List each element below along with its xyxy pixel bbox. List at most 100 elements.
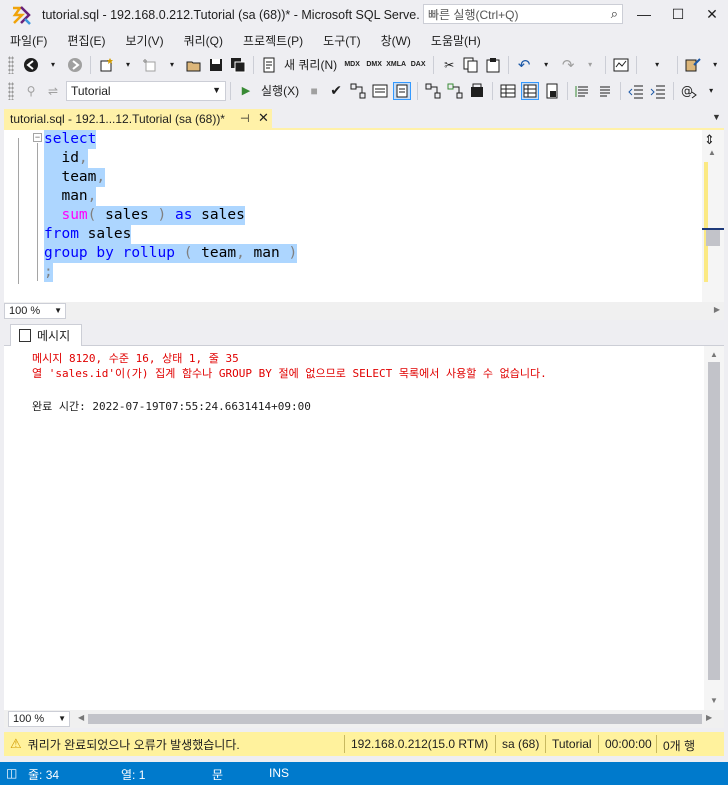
document-tab-tutorial-sql[interactable]: tutorial.sql - 192.1...12.Tutorial (sa (… [4,109,272,129]
new-project-dropdown-icon[interactable]: ▾ [119,56,137,74]
open-file-icon[interactable] [185,56,203,74]
new-query-button[interactable]: 새 쿼리(N) [284,56,337,73]
close-button[interactable]: ✕ [695,0,728,28]
add-item-icon[interactable] [141,56,159,74]
toolbar-separator [230,81,231,100]
new-query-icon[interactable] [260,56,278,74]
toolbar-grip[interactable] [8,81,14,100]
execute-button[interactable]: 실행(X) [261,82,299,99]
scroll-thumb[interactable] [706,230,720,246]
mdx-icon[interactable]: MDX [343,56,361,74]
cut-icon[interactable]: ✂ [440,56,458,74]
decrease-indent-icon[interactable] [627,82,645,100]
stop-icon[interactable]: ■ [305,82,323,100]
include-plan-icon[interactable] [424,82,442,100]
scroll-up-icon[interactable]: ▲ [710,350,718,359]
redo-dropdown-icon[interactable]: ▾ [581,56,599,74]
back-icon[interactable] [22,56,40,74]
add-item-dropdown-icon[interactable]: ▾ [163,56,181,74]
results-to-grid-icon[interactable] [499,82,517,100]
tab-list-dropdown-icon[interactable]: ▼ [712,112,721,122]
results-horizontal-scroll-thumb[interactable] [88,714,702,724]
editor-horizontal-scrollbar[interactable]: ▶ [66,302,724,320]
results-to-file-icon[interactable] [543,82,561,100]
toolbar-separator [90,55,91,74]
parse-icon[interactable]: ✔ [327,82,345,100]
toolbar-options-icon[interactable]: ▾ [706,56,724,74]
quick-launch-input[interactable]: 빠른 실행(Ctrl+Q) ⌕ [423,4,623,24]
copy-icon[interactable] [462,56,480,74]
menu-query[interactable]: 쿼리(Q) [174,32,233,49]
results-to-text-icon[interactable] [393,81,412,100]
menu-window[interactable]: 창(W) [371,32,421,49]
scroll-right-icon[interactable]: ▶ [706,713,712,722]
collapse-region-icon[interactable]: − [33,133,42,142]
menu-help[interactable]: 도움말(H) [421,32,491,49]
undo-icon[interactable]: ↶ [515,56,533,74]
uncomment-icon[interactable] [596,82,614,100]
code-line[interactable]: from sales [44,225,132,244]
scroll-thumb[interactable] [708,362,720,680]
close-tab-icon[interactable]: ✕ [258,110,269,126]
code-token: from [44,226,79,242]
code-line[interactable]: select [44,130,97,149]
code-line[interactable]: man, [44,187,97,206]
specify-values-icon[interactable]: @ [680,82,698,100]
messages-pane[interactable]: 메시지 8120, 수준 16, 상태 1, 줄 35 열 'sales.id'… [4,346,704,710]
execute-icon[interactable]: ▶ [237,82,255,100]
toolbar-separator [253,55,254,74]
undo-dropdown-icon[interactable]: ▾ [537,56,555,74]
code-line[interactable]: sum( sales ) as sales [44,206,245,225]
scroll-right-icon[interactable]: ▶ [714,305,720,314]
forward-icon[interactable] [66,56,84,74]
results-zoom-select[interactable]: 100 % ▼ [8,711,70,727]
paste-icon[interactable] [484,56,502,74]
tab-messages[interactable]: 메시지 [10,324,82,346]
save-icon[interactable] [207,56,225,74]
editor-vertical-scrollbar[interactable]: ⇕ ▲ [702,130,724,302]
toolbar-options-icon[interactable]: ▾ [702,82,720,100]
code-line[interactable]: ; [44,263,53,282]
menu-tools[interactable]: 도구(T) [313,32,370,49]
scroll-left-icon[interactable]: ◀ [78,713,84,722]
properties-icon[interactable] [684,56,702,74]
live-stats-icon[interactable] [446,82,464,100]
editor-zoom-select[interactable]: 100 % ▼ [4,303,66,319]
results-vertical-scrollbar[interactable]: ▲ ▼ [704,346,724,710]
output-window-icon[interactable]: ◫ [6,766,17,780]
new-project-icon[interactable] [97,56,115,74]
scroll-up-icon[interactable]: ▲ [708,148,716,157]
code-line[interactable]: id, [44,149,88,168]
results-to-text-mode-icon[interactable] [521,81,540,100]
scroll-down-icon[interactable]: ▼ [710,696,718,705]
connect-icon[interactable]: ⚲ [22,82,40,100]
code-line[interactable]: team, [44,168,106,187]
redo-icon[interactable]: ↷ [559,56,577,74]
dmx-icon[interactable]: DMX [365,56,383,74]
comment-icon[interactable] [574,82,592,100]
menu-view[interactable]: 보기(V) [115,32,173,49]
split-window-icon[interactable]: ⇕ [704,132,715,148]
sql-editor[interactable]: − select id, team, man, sum( sales ) as … [4,130,702,302]
query-designer-icon[interactable] [371,82,389,100]
maximize-button[interactable]: ☐ [661,0,695,28]
menu-file[interactable]: 파일(F) [0,32,57,49]
client-stats-icon[interactable] [468,82,486,100]
back-dropdown-icon[interactable]: ▾ [44,56,62,74]
change-connection-icon[interactable]: ⇌ [44,82,62,100]
display-plan-icon[interactable] [349,82,367,100]
toolbar-grip[interactable] [8,55,14,74]
code-line[interactable]: group by rollup ( team, man ) [44,244,298,263]
dax-icon[interactable]: DAX [409,56,427,74]
save-all-icon[interactable] [229,56,247,74]
increase-indent-icon[interactable] [649,82,667,100]
activity-monitor-icon[interactable] [612,56,630,74]
database-select[interactable]: Tutorial ▼ [66,80,226,101]
minimize-button[interactable]: — [627,0,661,28]
menu-project[interactable]: 프로젝트(P) [233,32,313,49]
pin-icon[interactable]: ⊣ [240,112,250,125]
menu-edit[interactable]: 편집(E) [57,32,115,49]
xmla-icon[interactable]: XMLA [386,56,406,74]
solution-config-dropdown-icon[interactable]: ▾ [643,56,671,74]
change-tracking-bar [18,138,19,284]
